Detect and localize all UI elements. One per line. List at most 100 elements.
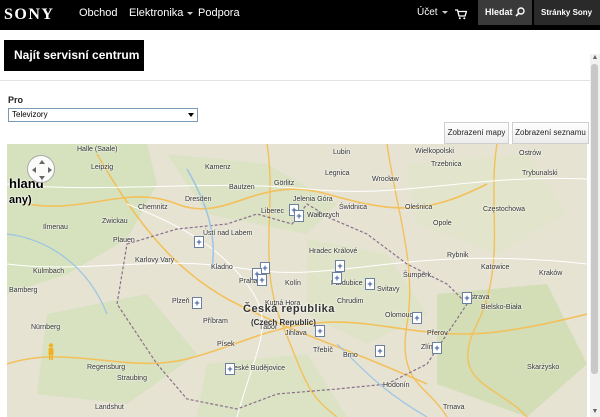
service-center-marker[interactable]: + (257, 274, 267, 286)
scrollbar-thumb[interactable] (591, 64, 598, 374)
city-label: Wielkopolski (415, 148, 454, 155)
city-label: Šumperk (403, 272, 432, 279)
map-view-button[interactable]: Zobrazení mapy (444, 122, 509, 144)
top-navigation: SONY Obchod Elektronika Podpora Účet Hle… (0, 0, 600, 40)
city-label: Ilmenau (43, 224, 68, 231)
city-label: Plauen (113, 237, 135, 244)
city-label: Straubing (117, 375, 147, 382)
service-center-marker[interactable]: + (375, 345, 385, 357)
city-label: Písek (217, 341, 235, 348)
list-view-button[interactable]: Zobrazení seznamu (512, 122, 589, 144)
search-button[interactable]: Hledat (478, 0, 532, 25)
city-label: Regensburg (87, 364, 126, 371)
divider (0, 80, 600, 81)
city-label: Wrocław (372, 176, 399, 183)
city-label: Rybnik (447, 252, 469, 259)
service-center-marker[interactable]: + (225, 363, 235, 375)
city-label: Hradec Králové (309, 248, 358, 255)
country-sublabel: (Czech Republic) (251, 318, 316, 327)
chevron-down-icon (543, 36, 549, 40)
city-label: Leipzig (91, 164, 114, 171)
service-center-map[interactable]: Halle (Saale) Leipzig Kamenz Lubin Wielk… (7, 144, 587, 417)
city-label: Příbram (203, 318, 228, 325)
account-label: Účet (417, 7, 438, 18)
dropdown-arrow-icon (188, 113, 194, 117)
product-select[interactable]: Televizory (8, 108, 198, 122)
city-label: Brno (343, 352, 358, 359)
city-label: České Budějovice (229, 365, 286, 372)
service-center-marker[interactable]: + (412, 312, 422, 324)
sony-sites-menu[interactable]: Stránky Sony (534, 0, 600, 40)
sony-logo[interactable]: SONY (4, 6, 54, 24)
city-label: Chemnitz (138, 204, 168, 211)
city-label: Dresden (185, 196, 212, 203)
city-label: Landshut (95, 404, 124, 411)
country-label: Česká republika (243, 303, 335, 315)
city-label: Olomouc (385, 312, 414, 319)
city-label: Görlitz (274, 180, 295, 187)
city-label: Bamberg (9, 287, 38, 294)
city-label: Karlovy Vary (135, 257, 175, 264)
city-label: Wałbrzych (307, 212, 340, 219)
service-center-marker[interactable]: + (432, 342, 442, 354)
city-label: Kulmbach (33, 268, 65, 275)
city-label: Nürnberg (31, 324, 61, 331)
chevron-down-icon (187, 11, 194, 15)
service-center-marker[interactable]: + (462, 292, 472, 304)
city-label: Kladno (211, 264, 233, 271)
account-menu[interactable]: Účet (417, 7, 448, 18)
pan-arrows-icon (32, 160, 52, 180)
city-label: Kraków (539, 270, 563, 277)
map-pan-control[interactable] (27, 155, 55, 183)
service-center-marker[interactable]: + (194, 236, 204, 248)
city-label: Jihlava (285, 330, 307, 337)
city-label: Świdnica (339, 204, 368, 211)
nav-elektronika[interactable]: Elektronika (129, 7, 194, 19)
city-label: Chrudim (337, 298, 364, 305)
city-label: Přerov (427, 330, 448, 337)
service-center-marker[interactable]: + (294, 210, 304, 222)
service-center-marker[interactable]: + (332, 272, 342, 284)
cart-icon[interactable] (455, 7, 468, 25)
city-label: Opole (433, 220, 452, 227)
city-label: Oleśnica (405, 204, 433, 211)
search-icon (515, 7, 525, 17)
nav-elektronika-label: Elektronika (129, 7, 184, 19)
service-center-marker[interactable]: + (315, 325, 325, 337)
chevron-down-icon (441, 10, 448, 14)
service-center-marker[interactable]: + (192, 297, 202, 309)
service-center-marker[interactable]: + (365, 278, 375, 290)
service-center-marker[interactable]: + (335, 260, 345, 272)
product-select-value: Televizory (12, 110, 48, 119)
nav-podpora[interactable]: Podpora (198, 7, 240, 19)
city-label: Zlín (421, 344, 433, 351)
region-label: any) (9, 194, 32, 206)
search-label: Hledat (485, 7, 513, 17)
city-label: Hodonín (383, 382, 410, 389)
city-label: Liberec (261, 208, 284, 215)
city-label: Trybunalski (522, 170, 558, 177)
city-label: Legnica (325, 170, 350, 177)
page-scrollbar[interactable]: ▲ ▼ (590, 54, 600, 417)
city-label: Svitavy (377, 286, 400, 293)
nav-obchod[interactable]: Obchod (79, 7, 118, 19)
street-view-pegman-icon[interactable] (47, 343, 55, 361)
filter-label: Pro (8, 95, 24, 105)
city-label: Lubin (333, 149, 351, 156)
city-label: Bielsko-Biała (481, 304, 522, 311)
city-label: Plzeň (172, 298, 190, 305)
scroll-down-icon[interactable]: ▼ (591, 408, 599, 416)
city-label: Bautzen (229, 184, 255, 191)
city-label: Kamenz (205, 164, 231, 171)
city-label: Trzebnica (431, 161, 462, 168)
city-label: Ústí nad Labem (203, 230, 253, 237)
sony-sites-label: Stránky Sony (541, 8, 593, 17)
city-label: Skarżysko (527, 364, 560, 371)
city-label: Kolín (285, 280, 301, 287)
city-label: Katowice (481, 264, 510, 271)
city-label: Trnava (443, 404, 465, 411)
city-label: Zwickau (102, 218, 128, 225)
city-label: Częstochowa (483, 206, 526, 213)
scroll-up-icon[interactable]: ▲ (591, 54, 599, 62)
page-title: Najít servisní centrum (4, 40, 144, 71)
